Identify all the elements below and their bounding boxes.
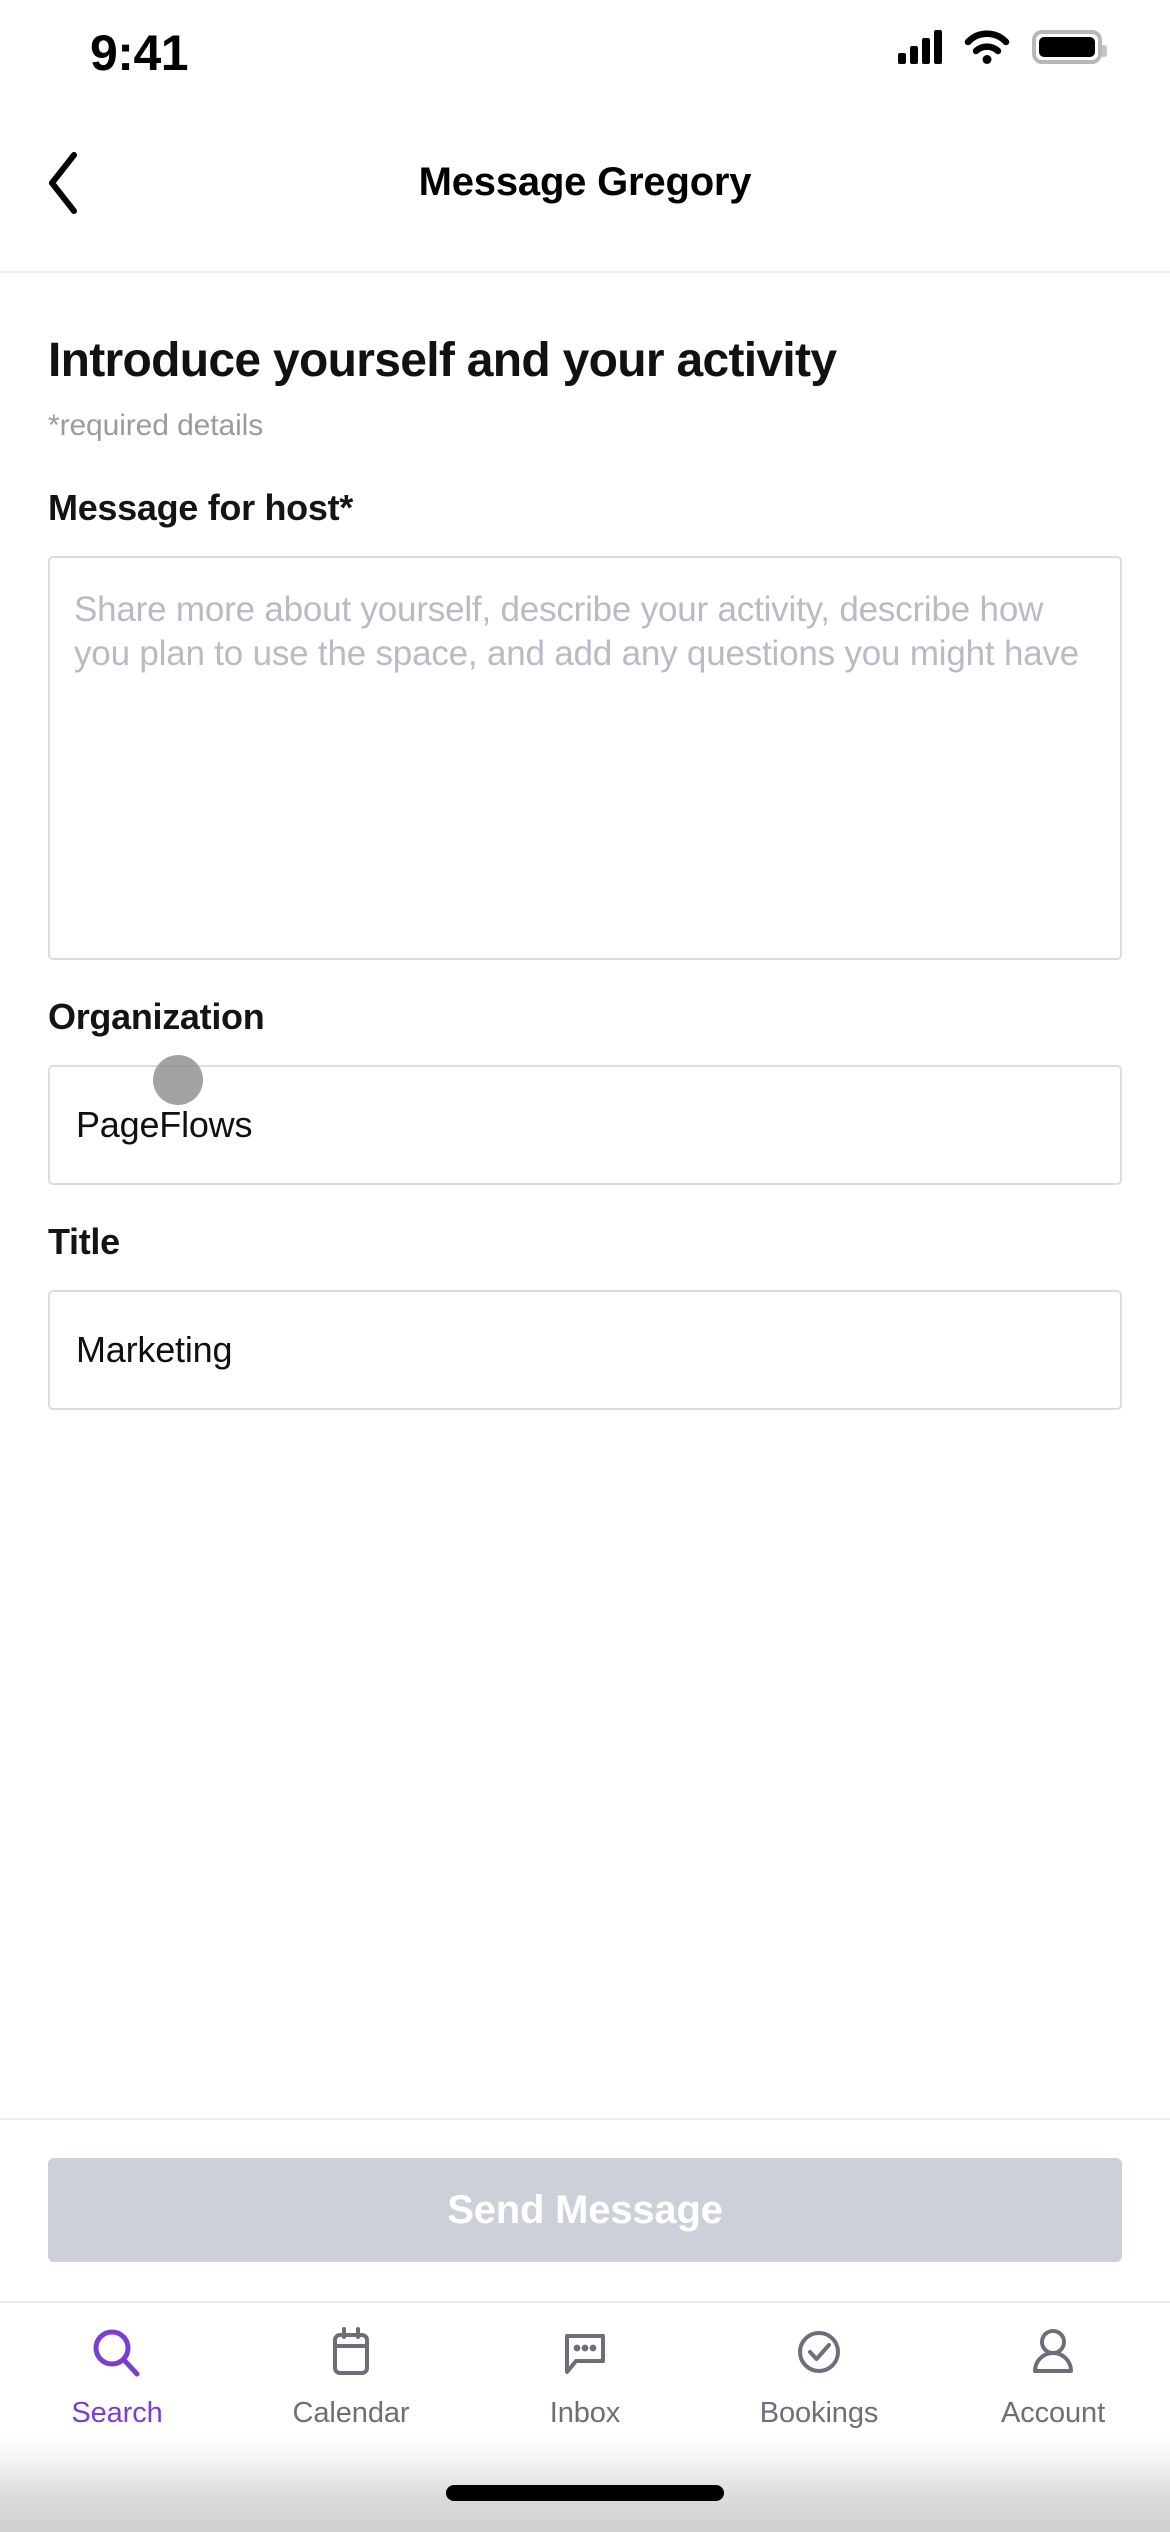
chat-bubble-dots-icon (556, 2323, 614, 2385)
title-field-label: Title (48, 1220, 120, 1262)
tab-bookings-label: Bookings (759, 2397, 879, 2429)
organization-input[interactable]: PageFlows (48, 1064, 1122, 1185)
tab-bookings[interactable]: Bookings (702, 2323, 936, 2430)
chevron-left-icon (44, 150, 84, 216)
message-textarea-placeholder: Share more about yourself, describe your… (74, 589, 1080, 674)
cellular-signal-icon (898, 30, 942, 64)
tab-inbox-label: Inbox (549, 2397, 621, 2429)
tab-inbox[interactable]: Inbox (468, 2323, 702, 2430)
organization-input-value: PageFlows (76, 1103, 253, 1145)
status-bar-indicators (898, 30, 1107, 64)
footer-action-bar: Send Message (0, 2118, 1170, 2301)
calendar-icon (322, 2323, 380, 2385)
tab-calendar-label: Calendar (292, 2397, 410, 2429)
person-icon (1024, 2323, 1082, 2385)
status-bar-clock: 9:41 (90, 25, 189, 81)
nav-bar: Message Gregory (0, 94, 1170, 273)
home-indicator-area (0, 2436, 1170, 2532)
tab-account[interactable]: Account (936, 2323, 1170, 2430)
message-textarea[interactable]: Share more about yourself, describe your… (48, 555, 1122, 960)
bottom-tab-bar: Search Calendar Inbox Bookings Account (0, 2301, 1170, 2436)
tab-search[interactable]: Search (0, 2323, 234, 2430)
required-details-note: *required details (48, 408, 264, 442)
status-bar: 9:41 (0, 0, 1170, 94)
form-heading: Introduce yourself and your activity (48, 334, 837, 387)
back-button[interactable] (44, 143, 124, 223)
send-message-button[interactable]: Send Message (48, 2158, 1122, 2262)
home-indicator[interactable] (446, 2485, 724, 2501)
organization-field-label: Organization (48, 995, 265, 1037)
check-circle-icon (790, 2323, 848, 2385)
message-field-label: Message for host* (48, 486, 353, 528)
tab-account-label: Account (1000, 2397, 1106, 2429)
page-title: Message Gregory (418, 160, 752, 204)
phone-screen: 9:41 Message Gregory Introduce yourself … (0, 0, 1170, 2532)
title-input[interactable]: Marketing (48, 1289, 1122, 1410)
search-icon (88, 2323, 146, 2385)
battery-full-icon (1032, 30, 1107, 64)
tab-search-label: Search (71, 2397, 163, 2429)
wifi-icon (964, 30, 1010, 64)
form-content: Introduce yourself and your activity *re… (0, 273, 1170, 2118)
tab-calendar[interactable]: Calendar (234, 2323, 468, 2430)
title-input-value: Marketing (76, 1328, 233, 1370)
